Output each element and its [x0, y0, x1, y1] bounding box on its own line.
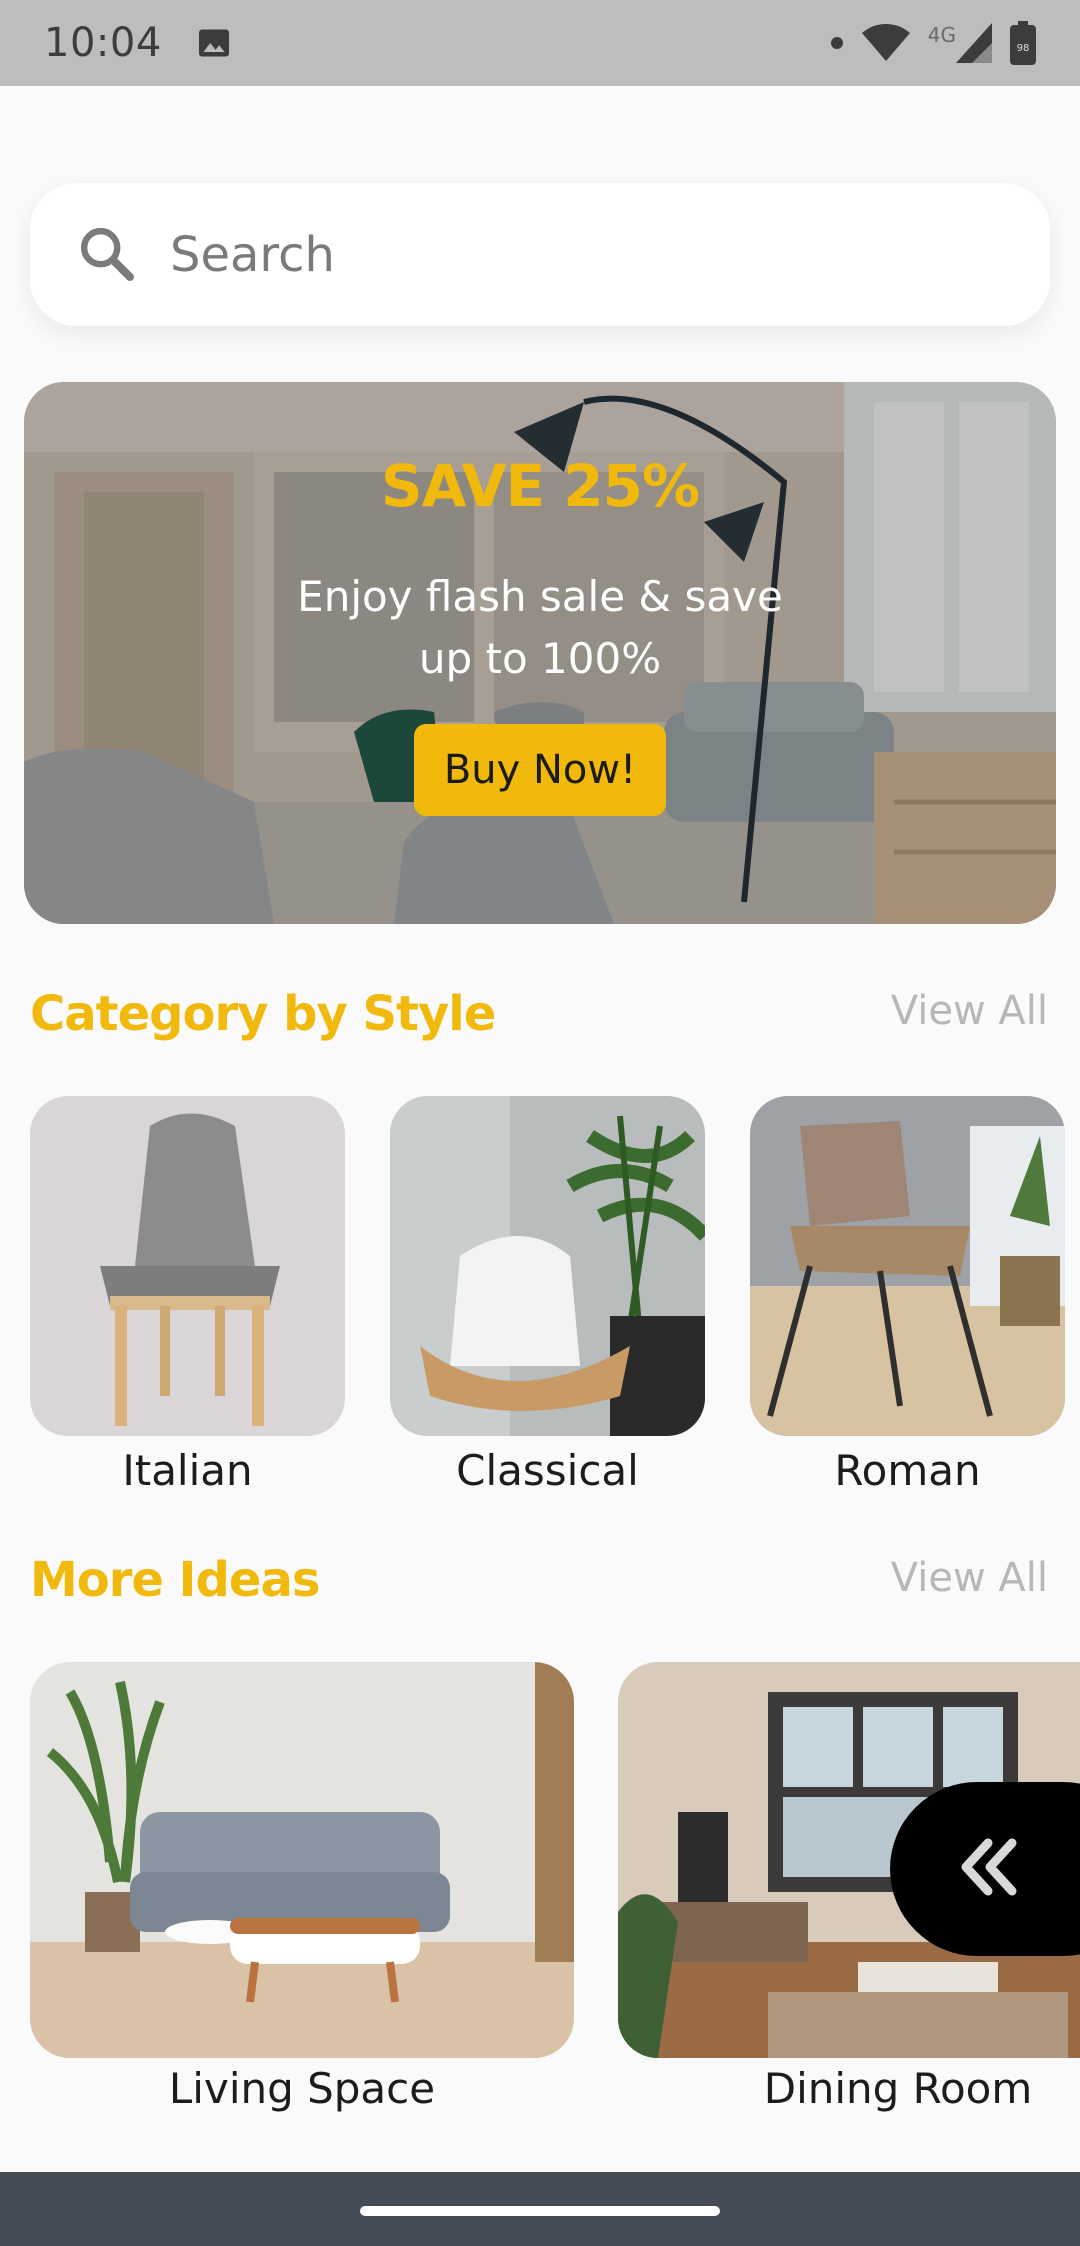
category-card-classical[interactable]: Classical [390, 1096, 705, 1495]
category-card-roman[interactable]: Roman [750, 1096, 1065, 1495]
category-image-italian [30, 1096, 345, 1436]
status-time: 10:04 [44, 20, 162, 66]
signal-icon [956, 23, 992, 63]
category-view-all-link[interactable]: View All [891, 988, 1048, 1034]
category-image-roman [750, 1096, 1065, 1436]
promo-subtitle: Enjoy flash sale & save up to 100% [297, 572, 783, 683]
dot-icon [830, 36, 844, 50]
search-input[interactable] [170, 226, 990, 283]
home-gesture-handle[interactable] [360, 2206, 720, 2216]
battery-icon: 98 [1010, 21, 1036, 65]
category-label-roman: Roman [834, 1446, 981, 1495]
search-icon [74, 221, 138, 289]
category-section-title: Category by Style [30, 986, 496, 1042]
idea-label-living-space: Living Space [168, 2064, 436, 2113]
ideas-section-title: More Ideas [30, 1552, 320, 1608]
collapse-float-button[interactable] [890, 1782, 1080, 1956]
buy-now-button[interactable]: Buy Now! [414, 724, 666, 816]
double-chevron-left-icon [956, 1837, 1020, 1901]
category-label-classical: Classical [456, 1446, 639, 1495]
battery-level: 98 [1017, 43, 1030, 54]
app-screen: 10:04 4G 98 Search SAVE 25% Enjoy flash … [0, 0, 1080, 2246]
wifi-icon [861, 23, 910, 63]
system-nav-bar [0, 2172, 1080, 2246]
promo-title: SAVE 25% [380, 452, 700, 520]
category-image-classical [390, 1096, 705, 1436]
promo-banner[interactable]: SAVE 25% Enjoy flash sale & save up to 1… [24, 382, 1056, 924]
network-type-label: 4G [927, 23, 956, 47]
idea-image-living-space [30, 1662, 574, 2058]
ideas-view-all-link[interactable]: View All [891, 1555, 1048, 1601]
status-bar: 10:04 4G 98 [0, 0, 1080, 86]
idea-card-living-space[interactable]: Living Space [30, 1662, 574, 2113]
search-bar[interactable] [30, 183, 1050, 326]
idea-label-dining-room: Dining Room [763, 2064, 1033, 2113]
image-icon [196, 25, 232, 61]
category-label-italian: Italian [122, 1446, 253, 1495]
category-card-italian[interactable]: Italian [30, 1096, 345, 1495]
